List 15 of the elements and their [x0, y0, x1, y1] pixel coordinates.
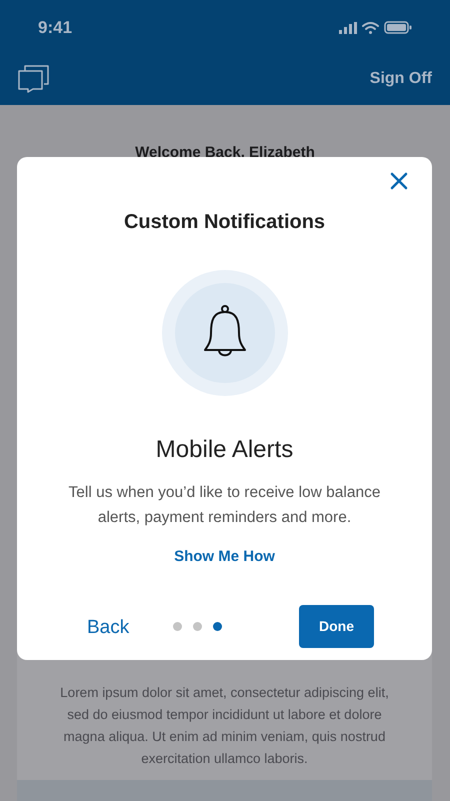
- signal-icon: [339, 22, 357, 34]
- welcome-heading: Welcome Back, Elizabeth: [135, 143, 315, 163]
- show-me-how-link[interactable]: Show Me How: [174, 546, 275, 568]
- card-text: Lorem ipsum dolor sit amet, consectetur adipiscing elit, sed do eiusmod tempor incididunt ut labore et dolore magna aliqua. Ut enim ad minim veniam, quis nostrud exercitation ullamco laboris.: [59, 684, 390, 768]
- status-time: 9:41: [38, 16, 72, 39]
- alert-heading: Mobile Alerts: [156, 435, 294, 465]
- chat-icon[interactable]: [18, 65, 49, 93]
- back-button[interactable]: Back: [87, 610, 173, 642]
- alert-description: Tell us when you’d like to receive low balance alerts, payment reminders and more.: [68, 483, 382, 528]
- battery-icon: [384, 21, 412, 34]
- sign-off-button[interactable]: Sign Off: [370, 67, 432, 91]
- done-button[interactable]: Done: [299, 604, 374, 648]
- modal-title: Custom Notifications: [124, 210, 326, 235]
- close-icon[interactable]: [390, 172, 408, 190]
- wifi-icon: [362, 22, 379, 34]
